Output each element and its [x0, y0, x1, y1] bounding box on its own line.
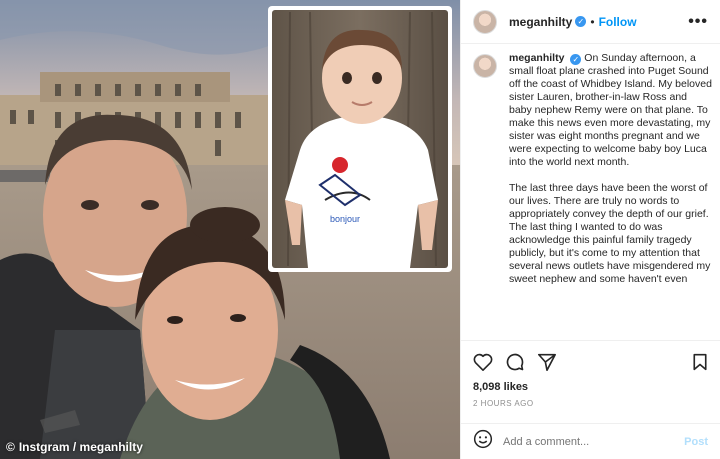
shirt-text: bonjour [330, 214, 360, 224]
caption-text: meganhilty ✓ On Sunday afternoon, a smal… [509, 52, 712, 332]
comment-bar: Post [461, 423, 720, 459]
caption-verified-badge-icon: ✓ [570, 54, 582, 65]
instagram-camera-icon: © [6, 440, 15, 454]
heart-icon[interactable] [473, 353, 493, 371]
verified-badge-icon: ✓ [575, 16, 587, 27]
caption-username[interactable]: meganhilty [509, 52, 564, 64]
caption-paragraph-2: The last three days have been the worst … [509, 182, 711, 285]
post-actions: 8,098 likes 2 HOURS AGO [461, 340, 720, 408]
photo-credit-text: Instgram / meganhilty [18, 440, 143, 454]
avatar[interactable] [473, 9, 497, 34]
more-options-button[interactable]: ••• [688, 13, 708, 31]
share-icon[interactable] [537, 353, 557, 371]
post-header: meganhilty ✓ • Follow ••• [461, 0, 720, 44]
bookmark-icon[interactable] [692, 353, 708, 371]
header-username[interactable]: meganhilty [509, 15, 572, 29]
post-photo[interactable]: bonjour © Instgram / meganhilty [0, 0, 460, 459]
caption-paragraph-1: On Sunday afternoon, a small float plane… [509, 52, 712, 168]
post-timestamp[interactable]: 2 HOURS AGO [473, 399, 708, 408]
emoji-icon[interactable] [473, 429, 493, 454]
comment-input[interactable] [503, 435, 663, 448]
header-separator: • [590, 14, 595, 29]
comment-icon[interactable] [505, 352, 525, 372]
photo-credit: © Instgram / meganhilty [6, 440, 143, 454]
post-comment-button[interactable]: Post [684, 436, 708, 448]
follow-button[interactable]: Follow [599, 15, 637, 29]
photo-scene: bonjour [0, 0, 460, 459]
caption-area[interactable]: meganhilty ✓ On Sunday afternoon, a smal… [473, 52, 712, 332]
likes-count[interactable]: 8,098 likes [473, 381, 708, 393]
post-sidebar: meganhilty ✓ • Follow ••• meganhilty ✓ O… [460, 0, 720, 459]
caption-avatar[interactable] [473, 54, 497, 78]
